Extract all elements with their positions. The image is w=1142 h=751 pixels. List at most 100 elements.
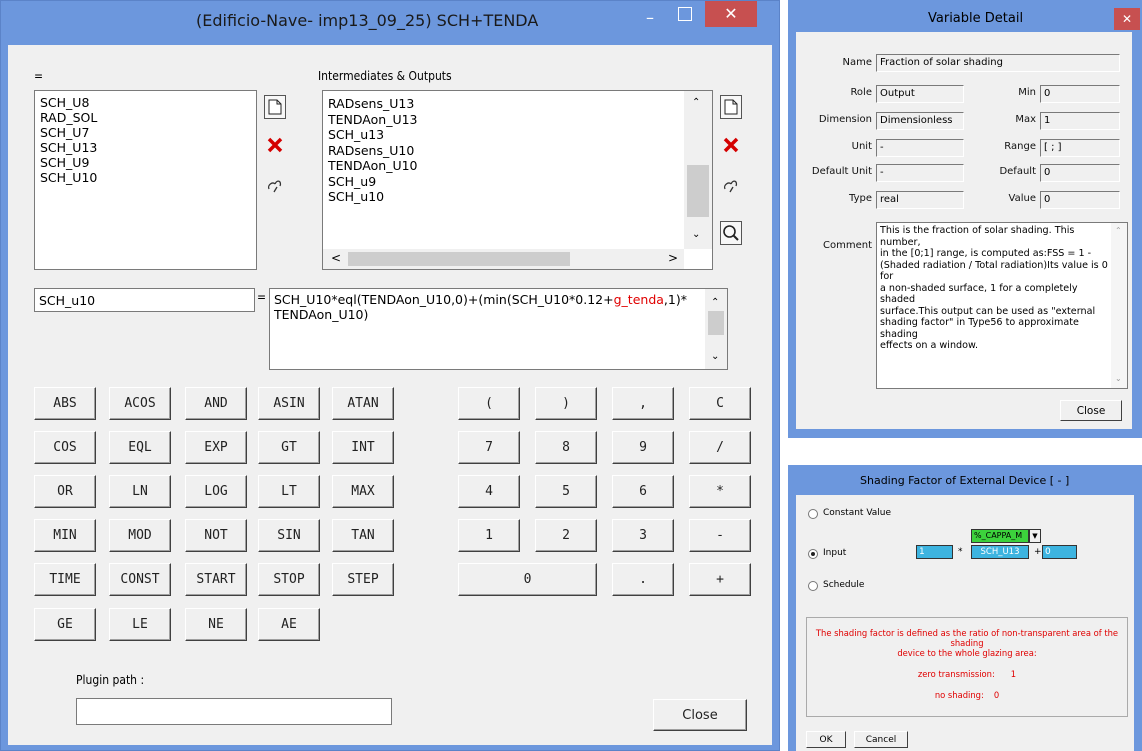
offset-field[interactable]: 0: [1042, 545, 1077, 559]
list-item[interactable]: SCH_u9: [323, 174, 683, 190]
keypad-button[interactable]: 1: [458, 519, 520, 552]
function-button[interactable]: COS: [34, 431, 96, 464]
scroll-down-icon[interactable]: ⌄: [692, 229, 700, 240]
hscroll-thumb[interactable]: [348, 252, 570, 266]
function-button[interactable]: MAX: [332, 475, 394, 508]
keypad-button[interactable]: (: [458, 387, 520, 420]
function-button[interactable]: TIME: [34, 563, 96, 596]
equation-vscrollbar[interactable]: ⌃ ⌄: [705, 289, 727, 369]
function-button[interactable]: CONST: [109, 563, 171, 596]
scroll-left-icon[interactable]: <: [331, 251, 341, 265]
ok-button[interactable]: OK: [806, 731, 846, 748]
close-window-button[interactable]: ✕: [705, 1, 757, 27]
function-button[interactable]: AE: [258, 608, 320, 641]
function-button[interactable]: NE: [185, 608, 247, 641]
function-button[interactable]: AND: [185, 387, 247, 420]
dropdown-select[interactable]: %_CAPPA_M: [971, 529, 1029, 543]
list-item[interactable]: SCH_U8: [35, 95, 256, 110]
constant-radio[interactable]: [808, 509, 818, 519]
function-button[interactable]: GT: [258, 431, 320, 464]
cancel-button[interactable]: Cancel: [854, 731, 908, 748]
list-item[interactable]: RADsens_U13: [323, 96, 683, 112]
delete-output-button[interactable]: [720, 133, 742, 157]
keypad-button[interactable]: 8: [535, 431, 597, 464]
list-item[interactable]: RADsens_U10: [323, 143, 683, 159]
scroll-up-icon[interactable]: ⌃: [1115, 225, 1122, 237]
list-item[interactable]: SCH_u13: [323, 127, 683, 143]
edit-input-button[interactable]: [264, 173, 286, 197]
plugin-path-input[interactable]: [76, 698, 392, 725]
keypad-button[interactable]: ): [535, 387, 597, 420]
function-button[interactable]: ATAN: [332, 387, 394, 420]
keypad-button[interactable]: +: [689, 563, 751, 596]
scroll-thumb[interactable]: [708, 311, 724, 335]
keypad-button[interactable]: *: [689, 475, 751, 508]
variable-name-field[interactable]: SCH_u10: [34, 288, 255, 312]
comment-box[interactable]: This is the fraction of solar shading. T…: [876, 222, 1128, 389]
maximize-button[interactable]: [678, 7, 692, 21]
inputs-list[interactable]: SCH_U8 RAD_SOL SCH_U7 SCH_U13 SCH_U9 SCH_U10: [34, 90, 257, 270]
function-button[interactable]: MIN: [34, 519, 96, 552]
list-item[interactable]: SCH_U10: [35, 170, 256, 185]
keypad-button[interactable]: C: [689, 387, 751, 420]
outputs-hscrollbar[interactable]: < >: [323, 249, 684, 269]
function-button[interactable]: INT: [332, 431, 394, 464]
list-item[interactable]: TENDAon_U13: [323, 112, 683, 128]
function-button[interactable]: LOG: [185, 475, 247, 508]
outputs-vscrollbar[interactable]: ⌃ ⌄: [684, 91, 712, 249]
function-button[interactable]: NOT: [185, 519, 247, 552]
scroll-thumb[interactable]: [687, 165, 709, 217]
function-button[interactable]: LE: [109, 608, 171, 641]
comment-scrollbar[interactable]: ⌃ ⌄: [1111, 223, 1127, 388]
list-item[interactable]: SCH_U13: [35, 140, 256, 155]
function-button[interactable]: LT: [258, 475, 320, 508]
outputs-list[interactable]: RADsens_U13 TENDAon_U13 SCH_u13 RADsens_U10…: [322, 90, 713, 270]
scroll-down-icon[interactable]: ⌄: [711, 349, 719, 364]
function-button[interactable]: MOD: [109, 519, 171, 552]
list-item[interactable]: TENDAon_U10: [323, 158, 683, 174]
scroll-down-icon[interactable]: ⌄: [1115, 373, 1122, 385]
keypad-button[interactable]: /: [689, 431, 751, 464]
function-button[interactable]: EXP: [185, 431, 247, 464]
keypad-button[interactable]: 3: [612, 519, 674, 552]
function-button[interactable]: STOP: [258, 563, 320, 596]
function-button[interactable]: EQL: [109, 431, 171, 464]
list-item[interactable]: SCH_u10: [323, 189, 683, 205]
function-button[interactable]: TAN: [332, 519, 394, 552]
new-output-button[interactable]: [720, 95, 742, 119]
keypad-button[interactable]: 6: [612, 475, 674, 508]
function-button[interactable]: GE: [34, 608, 96, 641]
multiplier-field[interactable]: 1: [916, 545, 953, 559]
keypad-button[interactable]: 4: [458, 475, 520, 508]
inspect-variable-button[interactable]: [720, 221, 742, 245]
function-button[interactable]: STEP: [332, 563, 394, 596]
keypad-button[interactable]: ,: [612, 387, 674, 420]
function-button[interactable]: ACOS: [109, 387, 171, 420]
function-button[interactable]: OR: [34, 475, 96, 508]
list-item[interactable]: SCH_U9: [35, 155, 256, 170]
dropdown-arrow-icon[interactable]: ▼: [1029, 529, 1041, 543]
list-item[interactable]: RAD_SOL: [35, 110, 256, 125]
delete-input-button[interactable]: [264, 133, 286, 157]
function-button[interactable]: ASIN: [258, 387, 320, 420]
schedule-radio[interactable]: [808, 581, 818, 591]
keypad-button[interactable]: 9: [612, 431, 674, 464]
keypad-button[interactable]: 0: [458, 563, 597, 596]
keypad-button[interactable]: 7: [458, 431, 520, 464]
scroll-up-icon[interactable]: ⌃: [711, 295, 719, 310]
equation-field[interactable]: SCH_U10*eql(TENDAon_U10,0)+(min(SCH_U10*…: [269, 288, 728, 370]
scroll-up-icon[interactable]: ⌃: [692, 97, 700, 108]
input-radio[interactable]: [808, 549, 818, 559]
edit-output-button[interactable]: [720, 173, 742, 197]
close-button[interactable]: Close: [653, 699, 747, 731]
vd-close-button[interactable]: Close: [1060, 400, 1122, 421]
function-button[interactable]: LN: [109, 475, 171, 508]
list-item[interactable]: SCH_U7: [35, 125, 256, 140]
function-button[interactable]: START: [185, 563, 247, 596]
keypad-button[interactable]: 5: [535, 475, 597, 508]
keypad-button[interactable]: .: [612, 563, 674, 596]
keypad-button[interactable]: -: [689, 519, 751, 552]
function-button[interactable]: SIN: [258, 519, 320, 552]
keypad-button[interactable]: 2: [535, 519, 597, 552]
scroll-right-icon[interactable]: >: [668, 251, 678, 265]
